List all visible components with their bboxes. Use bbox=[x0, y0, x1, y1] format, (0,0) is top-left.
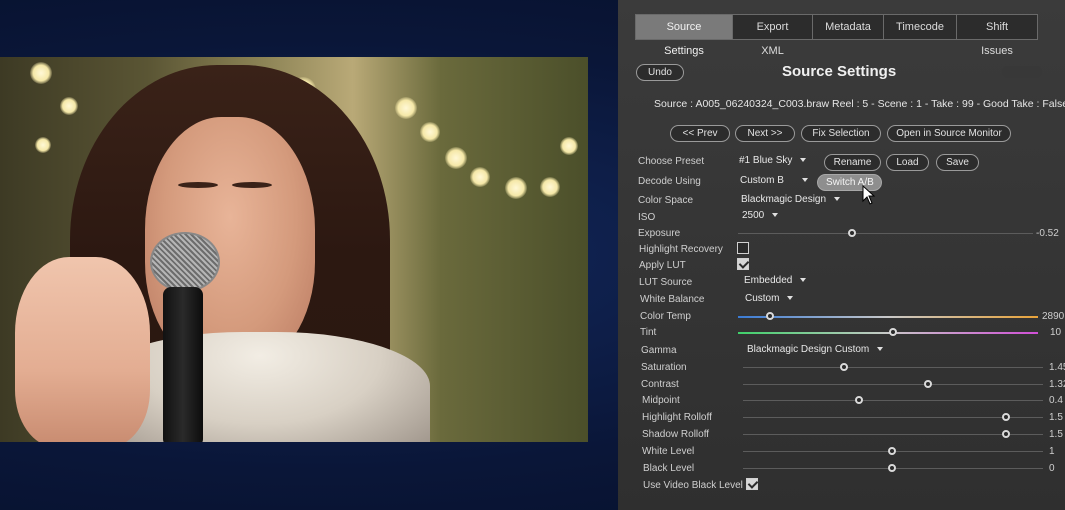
use-video-black-level-checkbox[interactable] bbox=[746, 478, 758, 490]
lut-source-dropdown[interactable]: Embedded bbox=[740, 273, 807, 289]
tab-timecode[interactable]: Timecode bbox=[883, 14, 957, 40]
color-space-dropdown[interactable]: Blackmagic Design bbox=[737, 192, 841, 208]
load-button[interactable]: Load bbox=[886, 154, 929, 171]
saturation-value: 1.45 bbox=[1049, 362, 1065, 373]
iso-value: 2500 bbox=[742, 210, 765, 221]
tab-export-xml[interactable]: Export XML bbox=[732, 14, 813, 57]
contrast-track bbox=[743, 384, 1043, 385]
faded-button bbox=[1002, 66, 1042, 78]
highlight-recovery-label: Highlight Recovery bbox=[639, 244, 723, 255]
saturation-slider-knob[interactable] bbox=[840, 363, 848, 371]
chevron-down-icon bbox=[800, 158, 807, 163]
source-settings-panel: Source Settings Export XML Metadata Time… bbox=[618, 0, 1065, 510]
color-temp-slider-knob[interactable] bbox=[766, 312, 774, 320]
apply-lut-checkbox[interactable] bbox=[737, 258, 749, 270]
exposure-track bbox=[738, 233, 1033, 234]
white-level-value: 1 bbox=[1049, 446, 1055, 457]
white-balance-dropdown[interactable]: Custom bbox=[741, 291, 794, 307]
white-level-label: White Level bbox=[642, 446, 695, 457]
color-temp-label: Color Temp bbox=[640, 311, 691, 322]
undo-button[interactable]: Undo bbox=[636, 64, 684, 81]
next-button[interactable]: Next >> bbox=[735, 125, 795, 142]
color-space-value: Blackmagic Design bbox=[741, 194, 827, 205]
chevron-down-icon bbox=[834, 197, 841, 202]
saturation-label: Saturation bbox=[641, 362, 687, 373]
midpoint-value: 0.4 bbox=[1049, 395, 1063, 406]
tab-source-settings[interactable]: Source Settings bbox=[635, 14, 733, 57]
desktop-background: Source Settings Export XML Metadata Time… bbox=[0, 0, 1065, 510]
highlight-rolloff-label: Highlight Rolloff bbox=[642, 412, 712, 423]
gamma-value: Blackmagic Design Custom bbox=[747, 344, 870, 355]
preset-dropdown[interactable]: #1 Blue Sky bbox=[735, 153, 807, 169]
tint-value: 10 bbox=[1050, 327, 1062, 338]
midpoint-track bbox=[743, 400, 1043, 401]
choose-preset-label: Choose Preset bbox=[638, 156, 705, 167]
tint-label: Tint bbox=[640, 327, 657, 338]
saturation-track bbox=[743, 367, 1043, 368]
exposure-value: -0.52 bbox=[1036, 228, 1059, 239]
contrast-slider-knob[interactable] bbox=[924, 380, 932, 388]
save-button[interactable]: Save bbox=[936, 154, 979, 171]
decode-value: Custom B bbox=[740, 175, 784, 186]
tint-slider-knob[interactable] bbox=[889, 328, 897, 336]
shadow-rolloff-value: 1.5 bbox=[1049, 429, 1063, 440]
midpoint-label: Midpoint bbox=[642, 395, 680, 406]
iso-label: ISO bbox=[638, 212, 656, 223]
fix-selection-button[interactable]: Fix Selection bbox=[801, 125, 881, 142]
exposure-slider-knob[interactable] bbox=[848, 229, 857, 237]
white-balance-value: Custom bbox=[745, 293, 780, 304]
open-in-source-monitor-button[interactable]: Open in Source Monitor bbox=[887, 125, 1011, 142]
white-level-slider-knob[interactable] bbox=[888, 447, 896, 455]
source-info: Source : A005_06240324_C003.braw Reel : … bbox=[654, 98, 1065, 110]
chevron-down-icon bbox=[772, 213, 779, 218]
iso-dropdown[interactable]: 2500 bbox=[738, 208, 779, 224]
panel-title: Source Settings bbox=[782, 63, 897, 80]
gamma-label: Gamma bbox=[641, 345, 677, 356]
chevron-down-icon bbox=[877, 347, 884, 352]
contrast-value: 1.32 bbox=[1049, 379, 1065, 390]
use-video-black-level-label: Use Video Black Level bbox=[643, 480, 743, 491]
tab-metadata[interactable]: Metadata bbox=[812, 14, 884, 40]
decode-using-label: Decode Using bbox=[638, 176, 701, 187]
tab-shift-issues[interactable]: Shift Issues bbox=[956, 14, 1038, 57]
tab-bar: Source Settings Export XML Metadata Time… bbox=[635, 14, 1038, 57]
shadow-rolloff-slider-knob[interactable] bbox=[1002, 430, 1010, 438]
highlight-rolloff-slider-knob[interactable] bbox=[1002, 413, 1010, 421]
white-balance-label: White Balance bbox=[640, 294, 705, 305]
black-level-label: Black Level bbox=[643, 463, 695, 474]
apply-lut-label: Apply LUT bbox=[639, 260, 686, 271]
prev-button[interactable]: << Prev bbox=[670, 125, 730, 142]
black-level-value: 0 bbox=[1049, 463, 1055, 474]
shadow-rolloff-track bbox=[743, 434, 1043, 435]
highlight-recovery-checkbox[interactable] bbox=[737, 242, 749, 254]
decode-dropdown[interactable]: Custom B bbox=[736, 173, 808, 189]
lut-source-value: Embedded bbox=[744, 275, 793, 286]
preset-value: #1 Blue Sky bbox=[739, 155, 793, 166]
microphone-icon bbox=[150, 232, 220, 292]
shadow-rolloff-label: Shadow Rolloff bbox=[642, 429, 710, 440]
midpoint-slider-knob[interactable] bbox=[855, 396, 863, 404]
rename-button[interactable]: Rename bbox=[824, 154, 881, 171]
highlight-rolloff-value: 1.5 bbox=[1049, 412, 1063, 423]
chevron-down-icon bbox=[787, 296, 794, 301]
color-temp-value: 2890 bbox=[1042, 311, 1065, 322]
chevron-down-icon bbox=[800, 278, 807, 283]
black-level-slider-knob[interactable] bbox=[888, 464, 896, 472]
tint-track bbox=[738, 332, 1038, 334]
exposure-label: Exposure bbox=[638, 228, 681, 239]
gamma-dropdown[interactable]: Blackmagic Design Custom bbox=[743, 342, 884, 358]
highlight-rolloff-track bbox=[743, 417, 1043, 418]
color-space-label: Color Space bbox=[638, 195, 694, 206]
video-preview bbox=[0, 57, 588, 442]
contrast-label: Contrast bbox=[641, 379, 679, 390]
lut-source-label: LUT Source bbox=[639, 277, 693, 288]
chevron-down-icon bbox=[801, 178, 808, 183]
color-temp-track bbox=[738, 316, 1038, 318]
